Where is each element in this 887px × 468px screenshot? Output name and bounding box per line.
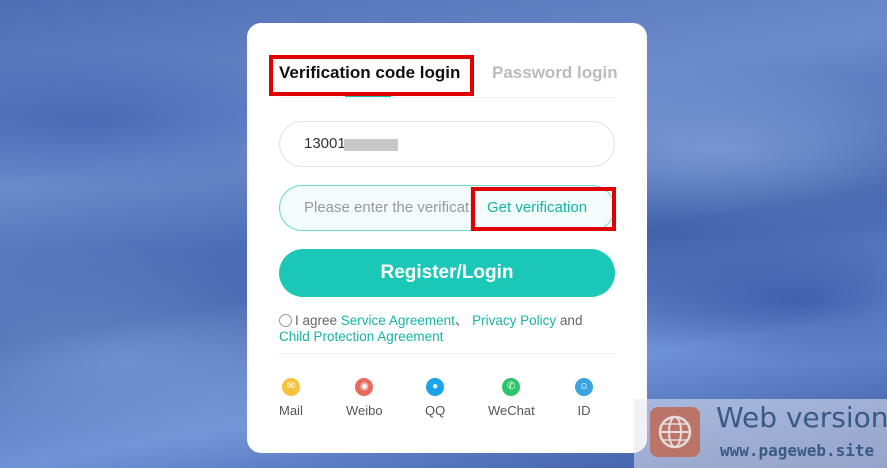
active-tab-indicator [345, 94, 391, 97]
social-wechat[interactable]: ✆ WeChat [488, 378, 535, 420]
get-verification-button[interactable]: Get verification [487, 199, 587, 216]
watermark-title: Web version [716, 401, 887, 434]
watermark-url: www.pageweb.site [720, 441, 875, 460]
tab-verification-code-login[interactable]: Verification code login [279, 63, 460, 83]
weibo-icon: ◉ [355, 378, 374, 396]
social-label: Weibo [346, 403, 383, 418]
verification-code-input[interactable] [302, 198, 474, 217]
social-login-row: ✉ Mail ◉ Weibo ● QQ ✆ WeChat ☺ ID [279, 378, 615, 418]
login-tabs: Verification code login Password login [279, 59, 618, 98]
id-icon: ☺ [575, 378, 593, 396]
agree-prefix: I agree [295, 313, 338, 328]
social-label: WeChat [488, 403, 535, 418]
phone-field[interactable]: 13001 [279, 121, 615, 167]
social-mail[interactable]: ✉ Mail [279, 378, 303, 420]
login-card: Verification code login Password login 1… [247, 23, 647, 453]
agreement-text: I agree Service Agreement、 Privacy Polic… [279, 313, 615, 345]
mail-icon: ✉ [281, 378, 300, 396]
child-protection-agreement-link[interactable]: Child Protection Agreement [279, 329, 443, 344]
register-login-button[interactable]: Register/Login [279, 249, 615, 297]
social-divider [279, 353, 615, 354]
tab-password-login[interactable]: Password login [492, 63, 618, 83]
phone-value: 13001 [304, 135, 346, 152]
code-field-divider [470, 186, 471, 230]
social-qq[interactable]: ● QQ [425, 378, 445, 420]
globe-icon [650, 407, 700, 457]
service-agreement-link[interactable]: Service Agreement [341, 313, 455, 328]
social-id[interactable]: ☺ ID [575, 378, 593, 420]
social-label: ID [577, 403, 591, 418]
wechat-icon: ✆ [502, 378, 521, 396]
privacy-policy-link[interactable]: Privacy Policy [472, 313, 556, 328]
verification-code-field: Get verification [279, 185, 615, 231]
agreement-radio[interactable] [279, 314, 292, 327]
qq-icon: ● [426, 378, 445, 396]
phone-redaction [344, 139, 398, 151]
agree-separator: 、 [454, 313, 469, 328]
social-weibo[interactable]: ◉ Weibo [346, 378, 383, 420]
social-label: QQ [425, 403, 446, 418]
watermark: Web version www.pageweb.site [634, 399, 887, 468]
agree-and: and [559, 313, 583, 328]
social-label: Mail [279, 403, 303, 418]
